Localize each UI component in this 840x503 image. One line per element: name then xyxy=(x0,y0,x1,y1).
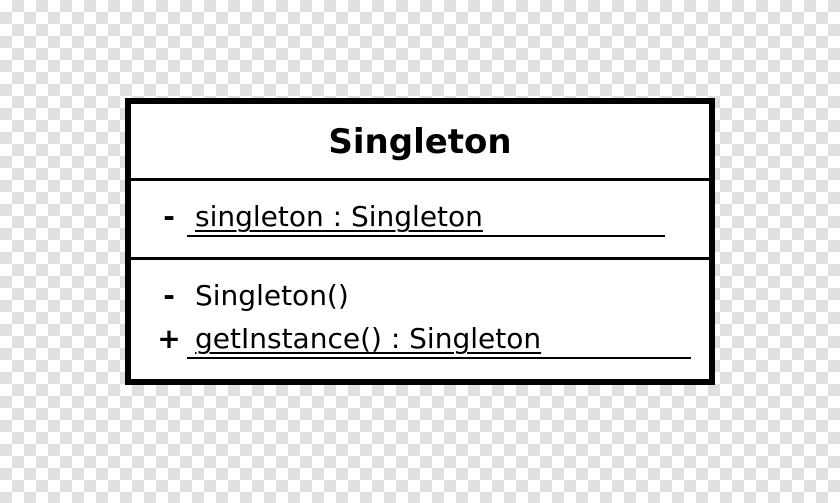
visibility-private-icon: - xyxy=(151,195,187,238)
operations-compartment: - Singleton() + getInstance() : Singleto… xyxy=(131,260,709,379)
attributes-compartment: - singleton : Singleton xyxy=(131,181,709,259)
static-underline xyxy=(187,357,691,359)
static-underline xyxy=(187,235,665,237)
operation-row: - Singleton() xyxy=(151,274,689,317)
visibility-private-icon: - xyxy=(151,274,187,317)
class-name: Singleton xyxy=(141,122,699,162)
operation-row: + getInstance() : Singleton xyxy=(151,317,689,360)
visibility-public-icon: + xyxy=(151,317,187,360)
class-name-compartment: Singleton xyxy=(131,104,709,181)
operation-signature: getInstance() : Singleton xyxy=(187,317,547,360)
uml-class-box: Singleton - singleton : Singleton - Sing… xyxy=(125,98,715,384)
operation-signature: Singleton() xyxy=(187,274,355,317)
attribute-row: - singleton : Singleton xyxy=(151,195,689,238)
attribute-signature: singleton : Singleton xyxy=(187,195,489,238)
